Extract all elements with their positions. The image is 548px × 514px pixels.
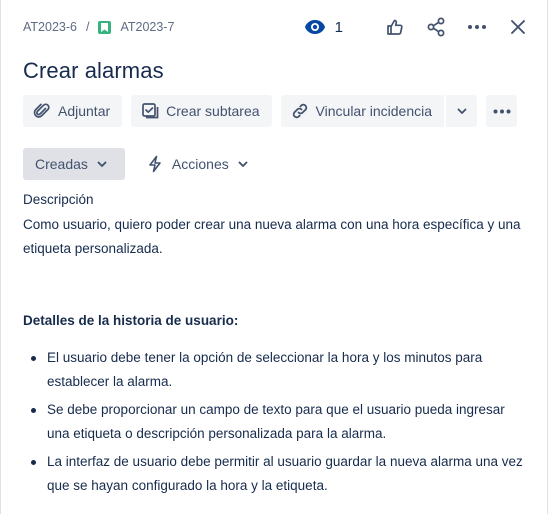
attach-button[interactable]: Adjuntar xyxy=(23,95,123,127)
breadcrumb: AT2023-6 / AT2023-7 xyxy=(23,20,174,34)
actions-dropdown[interactable]: Acciones xyxy=(147,148,248,180)
link-icon xyxy=(292,103,307,119)
breadcrumb-current-link[interactable]: AT2023-7 xyxy=(120,20,174,34)
description-intro: Como usuario, quiero poder crear una nue… xyxy=(23,217,521,256)
watch-button[interactable]: 1 xyxy=(304,19,343,36)
breadcrumb-parent-link[interactable]: AT2023-6 xyxy=(23,20,77,34)
subtask-icon xyxy=(142,103,159,119)
details-list: El usuario debe tener la opción de selec… xyxy=(23,346,523,498)
status-row: Creadas Acciones xyxy=(23,148,248,180)
create-subtask-label: Crear subtarea xyxy=(166,103,260,119)
chevron-down-icon xyxy=(97,161,107,167)
link-issue-label: Vincular incidencia xyxy=(315,103,433,119)
share-button[interactable] xyxy=(423,14,449,40)
story-icon xyxy=(98,20,112,34)
more-icon xyxy=(493,109,511,113)
status-dropdown[interactable]: Creadas xyxy=(23,148,125,180)
more-options-button[interactable] xyxy=(464,14,490,40)
issue-panel: AT2023-6 / AT2023-7 1 Crear alarmas Adju… xyxy=(0,0,548,514)
issue-toolbar: Adjuntar Crear subtarea Vincular inciden… xyxy=(23,95,518,127)
toolbar-more-button[interactable] xyxy=(486,95,518,127)
more-icon xyxy=(468,25,486,29)
issue-title[interactable]: Crear alarmas xyxy=(23,58,164,84)
share-icon xyxy=(427,17,445,37)
lightning-icon xyxy=(149,155,161,173)
link-issue-button[interactable]: Vincular incidencia xyxy=(280,95,445,127)
description-heading: Descripción xyxy=(23,192,94,207)
chevron-down-icon xyxy=(238,161,248,167)
header-actions: 1 xyxy=(304,14,531,40)
like-button[interactable] xyxy=(382,14,408,40)
status-label: Creadas xyxy=(35,156,88,172)
paperclip-icon xyxy=(33,103,50,118)
description-section[interactable]: Descripción Como usuario, quiero poder c… xyxy=(23,192,523,502)
breadcrumb-separator: / xyxy=(85,20,90,34)
details-heading: Detalles de la historia de usuario: xyxy=(23,313,239,328)
issue-header: AT2023-6 / AT2023-7 1 xyxy=(23,14,531,40)
list-item: La interfaz de usuario debe permitir al … xyxy=(23,450,523,498)
link-issue-dropdown-button[interactable] xyxy=(446,95,478,127)
actions-label: Acciones xyxy=(171,156,229,172)
chevron-down-icon xyxy=(457,108,466,114)
watchers-count: 1 xyxy=(334,18,343,36)
thumbs-up-icon xyxy=(387,19,403,35)
create-subtask-button[interactable]: Crear subtarea xyxy=(131,95,272,127)
close-icon xyxy=(511,20,525,34)
list-item: El usuario debe tener la opción de selec… xyxy=(23,346,523,394)
close-button[interactable] xyxy=(505,14,531,40)
list-item: Se debe proporcionar un campo de texto p… xyxy=(23,398,523,446)
eye-icon xyxy=(304,20,325,34)
attach-label: Adjuntar xyxy=(58,103,111,119)
